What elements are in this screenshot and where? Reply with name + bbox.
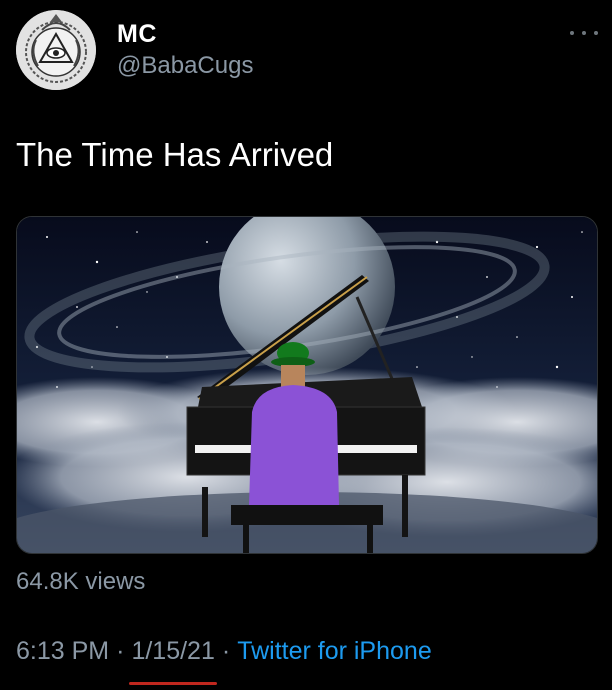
- tweet-date-text: 1/15/21: [131, 637, 215, 665]
- view-count: 64.8K views: [16, 568, 146, 595]
- separator: ·: [221, 637, 231, 665]
- more-dot: [594, 31, 598, 35]
- tweet-text: The Time Has Arrived: [16, 136, 334, 173]
- avatar[interactable]: [16, 10, 96, 90]
- more-options-button[interactable]: [570, 28, 598, 38]
- tweet-time[interactable]: 6:13 PM: [16, 637, 109, 665]
- tweet: MC @BabaCugs The Time Has Arrived 64.8K …: [0, 0, 612, 690]
- tweet-date[interactable]: 1/15/21: [129, 637, 217, 685]
- date-underline-mark: [129, 682, 217, 685]
- display-name[interactable]: MC: [117, 20, 157, 49]
- all-seeing-eye-emblem-icon: [16, 10, 96, 90]
- more-dot: [582, 31, 586, 35]
- tweet-metadata: 6:13 PM · 1/15/21 · Twitter for iPhone: [16, 637, 432, 685]
- separator: ·: [116, 637, 125, 665]
- more-dots-icon: [570, 31, 574, 35]
- user-handle[interactable]: @BabaCugs: [117, 52, 253, 80]
- video-thumbnail: [17, 217, 597, 553]
- video-player[interactable]: [16, 216, 598, 554]
- tweet-source-link[interactable]: Twitter for iPhone: [237, 637, 432, 665]
